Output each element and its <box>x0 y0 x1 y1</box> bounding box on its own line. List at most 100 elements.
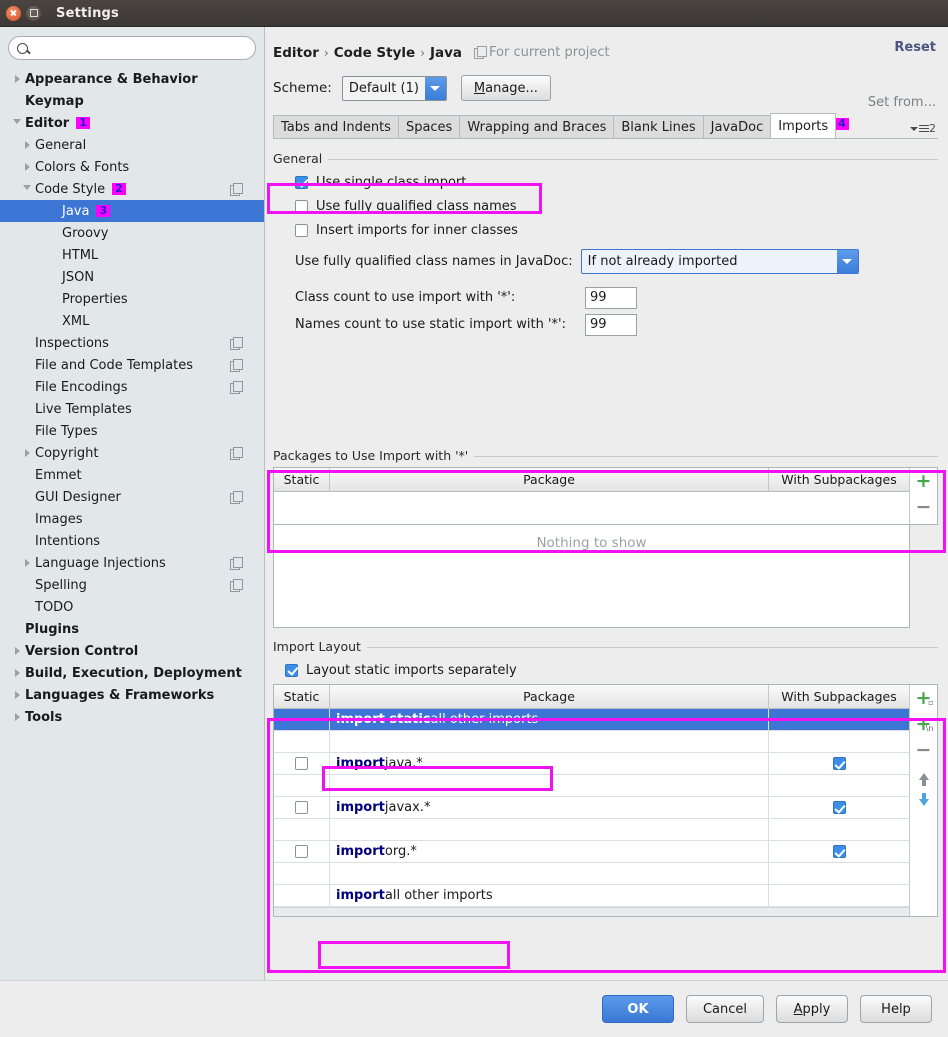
sidebar-item-colors-fonts[interactable]: Colors & Fonts <box>0 156 264 178</box>
checkbox-insert-imports-for-inner-classes[interactable] <box>295 224 308 237</box>
chevron-right-icon[interactable] <box>10 75 24 83</box>
row-subpackages-checkbox[interactable] <box>833 801 846 814</box>
sidebar-item-plugins[interactable]: Plugins <box>0 618 264 640</box>
copy-settings-icon[interactable] <box>230 557 242 569</box>
row-package-cell[interactable]: import all other imports <box>330 885 769 906</box>
copy-settings-icon[interactable] <box>230 579 242 591</box>
copy-settings-icon[interactable] <box>230 447 242 459</box>
row-package-cell[interactable] <box>330 731 769 752</box>
chevron-down-icon[interactable] <box>837 250 858 273</box>
sidebar-item-emmet[interactable]: Emmet <box>0 464 264 486</box>
move-down-button[interactable] <box>914 792 934 812</box>
row-package-cell[interactable]: import org.* <box>330 841 769 862</box>
layout-static-separately-checkbox[interactable] <box>285 664 298 677</box>
import-layout-row[interactable]: import java.* <box>274 753 909 775</box>
add-package-entry-button[interactable]: + ▫ <box>914 688 934 708</box>
chevron-right-icon[interactable] <box>20 141 34 149</box>
copy-settings-icon[interactable] <box>230 183 242 195</box>
row-static-cell[interactable] <box>274 841 330 862</box>
row-static-cell[interactable] <box>274 775 330 796</box>
class-count-input[interactable]: 99 <box>585 287 637 309</box>
row-static-cell[interactable] <box>274 863 330 884</box>
column-header-static[interactable]: Static <box>274 468 330 491</box>
packages-table-body[interactable] <box>274 492 909 524</box>
ok-button[interactable]: OK <box>602 995 674 1023</box>
sidebar-item-editor[interactable]: Editor1 <box>0 112 264 134</box>
row-package-cell[interactable] <box>330 775 769 796</box>
sidebar-item-file-encodings[interactable]: File Encodings <box>0 376 264 398</box>
import-layout-row[interactable] <box>274 775 909 797</box>
move-up-button[interactable] <box>914 766 934 786</box>
import-layout-row[interactable]: import static all other imports <box>274 709 909 731</box>
sidebar-item-html[interactable]: HTML <box>0 244 264 266</box>
remove-package-button[interactable]: − <box>914 497 934 517</box>
chevron-down-icon[interactable] <box>10 119 24 128</box>
column-header-with-subpackages[interactable]: With Subpackages <box>769 685 909 708</box>
sidebar-item-languages-frameworks[interactable]: Languages & Frameworks <box>0 684 264 706</box>
sidebar-item-java[interactable]: Java3 <box>0 200 264 222</box>
sidebar-item-keymap[interactable]: Keymap <box>0 90 264 112</box>
chevron-right-icon[interactable] <box>20 163 34 171</box>
row-subpackages-cell[interactable] <box>769 775 909 796</box>
tab-spaces[interactable]: Spaces <box>398 115 460 138</box>
row-subpackages-cell[interactable] <box>769 819 909 840</box>
breadcrumb-item-editor[interactable]: Editor <box>273 45 319 61</box>
row-subpackages-cell[interactable] <box>769 753 909 774</box>
breadcrumb-item-java[interactable]: Java <box>430 45 462 61</box>
chevron-right-icon[interactable] <box>10 669 24 677</box>
row-static-cell[interactable] <box>274 753 330 774</box>
sidebar-item-json[interactable]: JSON <box>0 266 264 288</box>
reset-link[interactable]: Reset <box>894 40 936 55</box>
row-static-checkbox[interactable] <box>295 845 308 858</box>
import-layout-row[interactable]: import org.* <box>274 841 909 863</box>
row-static-cell[interactable] <box>274 885 330 906</box>
search-input[interactable] <box>28 40 247 56</box>
add-blank-line-button[interactable]: + \n <box>914 714 934 734</box>
import-layout-row[interactable]: import all other imports <box>274 885 909 907</box>
sidebar-item-live-templates[interactable]: Live Templates <box>0 398 264 420</box>
tab-overflow-button[interactable]: 2 <box>910 122 936 135</box>
column-header-with-subpackages[interactable]: With Subpackages <box>769 468 909 491</box>
import-layout-row[interactable] <box>274 863 909 885</box>
row-subpackages-cell[interactable] <box>769 731 909 752</box>
copy-settings-icon[interactable] <box>230 491 242 503</box>
row-static-cell[interactable] <box>274 709 330 730</box>
copy-settings-icon[interactable] <box>230 381 242 393</box>
horizontal-scrollbar[interactable] <box>274 907 909 916</box>
row-package-cell[interactable]: import javax.* <box>330 797 769 818</box>
javadoc-fqn-select[interactable]: If not already imported <box>581 249 859 274</box>
row-subpackages-cell[interactable] <box>769 885 909 906</box>
column-header-package[interactable]: Package <box>330 468 769 491</box>
sidebar-item-general[interactable]: General <box>0 134 264 156</box>
apply-button[interactable]: Apply <box>776 995 848 1023</box>
help-button[interactable]: Help <box>860 995 932 1023</box>
row-static-cell[interactable] <box>274 731 330 752</box>
search-box[interactable] <box>8 36 256 60</box>
checkbox-use-fully-qualified-class-names[interactable] <box>295 200 308 213</box>
sidebar-item-todo[interactable]: TODO <box>0 596 264 618</box>
sidebar-item-gui-designer[interactable]: GUI Designer <box>0 486 264 508</box>
row-package-cell[interactable]: import java.* <box>330 753 769 774</box>
set-from-link[interactable]: Set from... <box>868 95 936 110</box>
sidebar-item-properties[interactable]: Properties <box>0 288 264 310</box>
chevron-down-icon[interactable] <box>20 185 34 194</box>
copy-settings-icon[interactable] <box>230 337 242 349</box>
remove-entry-button[interactable]: − <box>914 740 934 760</box>
checkbox-row-use-single-class-import[interactable]: Use single class import <box>295 170 938 194</box>
tab-wrapping-and-braces[interactable]: Wrapping and Braces <box>459 115 614 138</box>
layout-static-separately-row[interactable]: Layout static imports separately <box>285 658 938 682</box>
tab-imports[interactable]: Imports <box>770 113 836 138</box>
maximize-icon[interactable] <box>26 6 41 21</box>
breadcrumb-item-code-style[interactable]: Code Style <box>334 45 415 61</box>
column-header-static[interactable]: Static <box>274 685 330 708</box>
row-static-checkbox[interactable] <box>295 757 308 770</box>
sidebar-item-groovy[interactable]: Groovy <box>0 222 264 244</box>
sidebar-item-language-injections[interactable]: Language Injections <box>0 552 264 574</box>
copy-settings-icon[interactable] <box>230 359 242 371</box>
scheme-select[interactable]: Default (1) <box>342 76 447 101</box>
import-layout-row[interactable] <box>274 819 909 841</box>
tab-blank-lines[interactable]: Blank Lines <box>613 115 703 138</box>
checkbox-row-use-fully-qualified-class-names[interactable]: Use fully qualified class names <box>295 194 938 218</box>
close-icon[interactable] <box>6 6 21 21</box>
tab-javadoc[interactable]: JavaDoc <box>703 115 772 138</box>
